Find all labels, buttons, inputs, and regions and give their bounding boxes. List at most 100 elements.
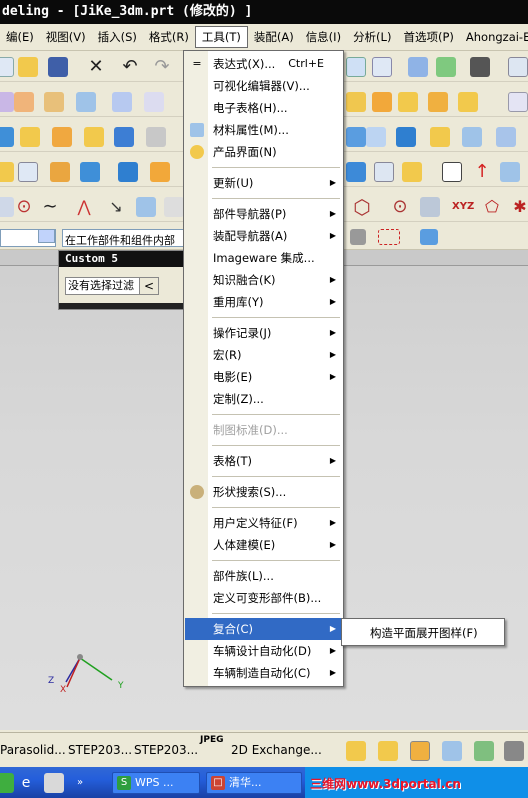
solid-icon-3[interactable] <box>52 127 72 147</box>
block-icon[interactable] <box>84 127 104 147</box>
feature-icon-6[interactable] <box>144 92 164 112</box>
menu-item-human-modeling[interactable]: 人体建模(E) ▶ <box>185 534 342 556</box>
export-2d-exchange-button[interactable]: 2D Exchange... <box>231 743 322 757</box>
menu-item-udf[interactable]: 用户定义特征(F) ▶ <box>185 512 342 534</box>
menu-insert[interactable]: 插入(S) <box>92 26 143 48</box>
mesh-surface-icon[interactable] <box>112 92 132 112</box>
helix-icon[interactable] <box>420 197 440 217</box>
menu-edit[interactable]: 编(E) <box>0 26 40 48</box>
menu-item-journal[interactable]: 操作记录(J) ▶ <box>185 322 342 344</box>
shape-icon-3[interactable] <box>50 162 70 182</box>
curve-icon-7[interactable] <box>164 197 184 217</box>
chevron-down-icon[interactable] <box>38 229 55 243</box>
menu-item-reuse-library[interactable]: 重用库(Y) ▶ <box>185 291 342 313</box>
feature-icon-9[interactable] <box>398 92 418 112</box>
feature-icon-8[interactable] <box>372 92 392 112</box>
shape-icon-1[interactable] <box>0 162 14 182</box>
menu-item-macro[interactable]: 宏(R) ▶ <box>185 344 342 366</box>
menu-info[interactable]: 信息(I) <box>300 26 347 48</box>
shape-icon-7[interactable] <box>346 162 366 182</box>
solid-icon-11[interactable] <box>462 127 482 147</box>
menu-item-vehicle-manufacturing-automation[interactable]: 车辆制造自动化(C) ▶ <box>185 662 342 684</box>
feature-icon-1[interactable] <box>0 92 14 112</box>
ie-icon[interactable]: e <box>16 773 36 793</box>
curve-icon-6[interactable] <box>136 197 156 217</box>
menu-item-part-navigator[interactable]: 部件导航器(P) ▶ <box>185 203 342 225</box>
curve-icon-1[interactable] <box>0 197 14 217</box>
shape-icon-6[interactable] <box>150 162 170 182</box>
menu-format[interactable]: 格式(R) <box>143 26 195 48</box>
back-arrow-icon[interactable]: < <box>139 277 159 295</box>
undo-icon[interactable]: ↶ <box>120 57 140 77</box>
shape-icon-12[interactable] <box>500 162 520 182</box>
filter-icon-1[interactable] <box>350 229 366 245</box>
curve-icon-4[interactable]: ⋀ <box>74 197 94 217</box>
scope-filter-dropdown[interactable]: 在工作部件和组件内部 <box>62 229 184 247</box>
cube-icon-4[interactable] <box>442 741 462 761</box>
feature-icon-10[interactable] <box>428 92 448 112</box>
feature-icon-11[interactable] <box>458 92 478 112</box>
move-icon[interactable] <box>436 57 456 77</box>
feature-icon-4[interactable] <box>76 92 96 112</box>
solid-icon-12[interactable] <box>496 127 516 147</box>
quicklaunch-icon[interactable] <box>44 773 64 793</box>
save-icon[interactable] <box>48 57 68 77</box>
menu-item-movie[interactable]: 电影(E) ▶ <box>185 366 342 388</box>
menu-item-vehicle-design-automation[interactable]: 车辆设计自动化(D) ▶ <box>185 640 342 662</box>
new-file-icon[interactable] <box>0 57 14 77</box>
hexagon-icon[interactable]: ⬡ <box>352 197 372 217</box>
cut-icon[interactable]: ✕ <box>86 57 106 77</box>
wcs-icon[interactable] <box>408 57 428 77</box>
solid-icon-8[interactable] <box>366 127 386 147</box>
menu-view[interactable]: 视图(V) <box>40 26 92 48</box>
menu-item-assembly-navigator[interactable]: 装配导航器(A) ▶ <box>185 225 342 247</box>
jpeg-icon[interactable]: JPEG <box>200 735 223 745</box>
menu-item-product-interface[interactable]: 产品界面(N) <box>185 141 342 163</box>
feature-icon-3[interactable] <box>44 92 64 112</box>
menu-ahongzai-edm[interactable]: Ahongzai-EDM <box>460 26 528 48</box>
ellipse-icon[interactable]: ⊙ <box>390 197 410 217</box>
feature-icon-12[interactable] <box>508 92 528 112</box>
cylinder-icon[interactable] <box>146 127 166 147</box>
solid-icon-7[interactable] <box>346 127 366 147</box>
menu-item-imageware[interactable]: Imageware 集成... <box>185 247 342 269</box>
menu-item-deformable-part[interactable]: 定义可变形部件(B)... <box>185 587 342 609</box>
export-step203b-button[interactable]: STEP203... <box>134 743 198 757</box>
menu-item-table[interactable]: 表格(T) ▶ <box>185 450 342 472</box>
shape-icon-9[interactable] <box>402 162 422 182</box>
export-parasolid-button[interactable]: Parasolid... <box>0 743 66 757</box>
menu-item-expression[interactable]: = 表达式(X)... Ctrl+E <box>185 53 342 75</box>
quicklaunch-more-icon[interactable]: » <box>70 773 90 793</box>
open-folder-icon[interactable] <box>18 57 38 77</box>
export-step203-button[interactable]: STEP203... <box>68 743 132 757</box>
menu-item-material-properties[interactable]: 材料属性(M)... <box>185 119 342 141</box>
curve-icon-13[interactable]: ✱ <box>510 197 528 217</box>
menu-analysis[interactable]: 分析(L) <box>347 26 397 48</box>
arrow-up-icon[interactable]: ↑ <box>472 162 492 182</box>
cube-icon-3[interactable] <box>410 741 430 761</box>
menu-item-composite[interactable]: 复合(C) ▶ <box>185 618 342 640</box>
menu-preferences[interactable]: 首选项(P) <box>397 26 459 48</box>
window-icon[interactable] <box>508 57 528 77</box>
menu-item-part-family[interactable]: 部件族(L)... <box>185 565 342 587</box>
cube-icon-5[interactable] <box>474 741 494 761</box>
shape-icon-2[interactable] <box>18 162 38 182</box>
start-button-icon[interactable] <box>0 773 14 793</box>
solid-icon-2[interactable] <box>20 127 40 147</box>
feature-icon-2[interactable] <box>14 92 34 112</box>
solid-icon-1[interactable] <box>0 127 14 147</box>
taskbar-wps-button[interactable]: S WPS ... <box>112 772 200 794</box>
binoculars-icon[interactable] <box>470 57 490 77</box>
solid-icon-10[interactable] <box>430 127 450 147</box>
cube-icon-2[interactable] <box>378 741 398 761</box>
solid-icon-9[interactable] <box>396 127 416 147</box>
menu-tools[interactable]: 工具(T) <box>194 26 248 48</box>
shape-icon-4[interactable] <box>80 162 100 182</box>
submenu-item-flat-pattern[interactable]: 构造平面展开图样(F) <box>344 622 502 644</box>
menu-item-customize[interactable]: 定制(Z)... <box>185 388 342 410</box>
curve-icon-5[interactable]: ↘ <box>106 197 126 217</box>
shape-icon-8[interactable] <box>374 162 394 182</box>
view-icon[interactable] <box>346 57 366 77</box>
redo-icon[interactable]: ↷ <box>152 57 172 77</box>
edit-object-icon[interactable] <box>372 57 392 77</box>
